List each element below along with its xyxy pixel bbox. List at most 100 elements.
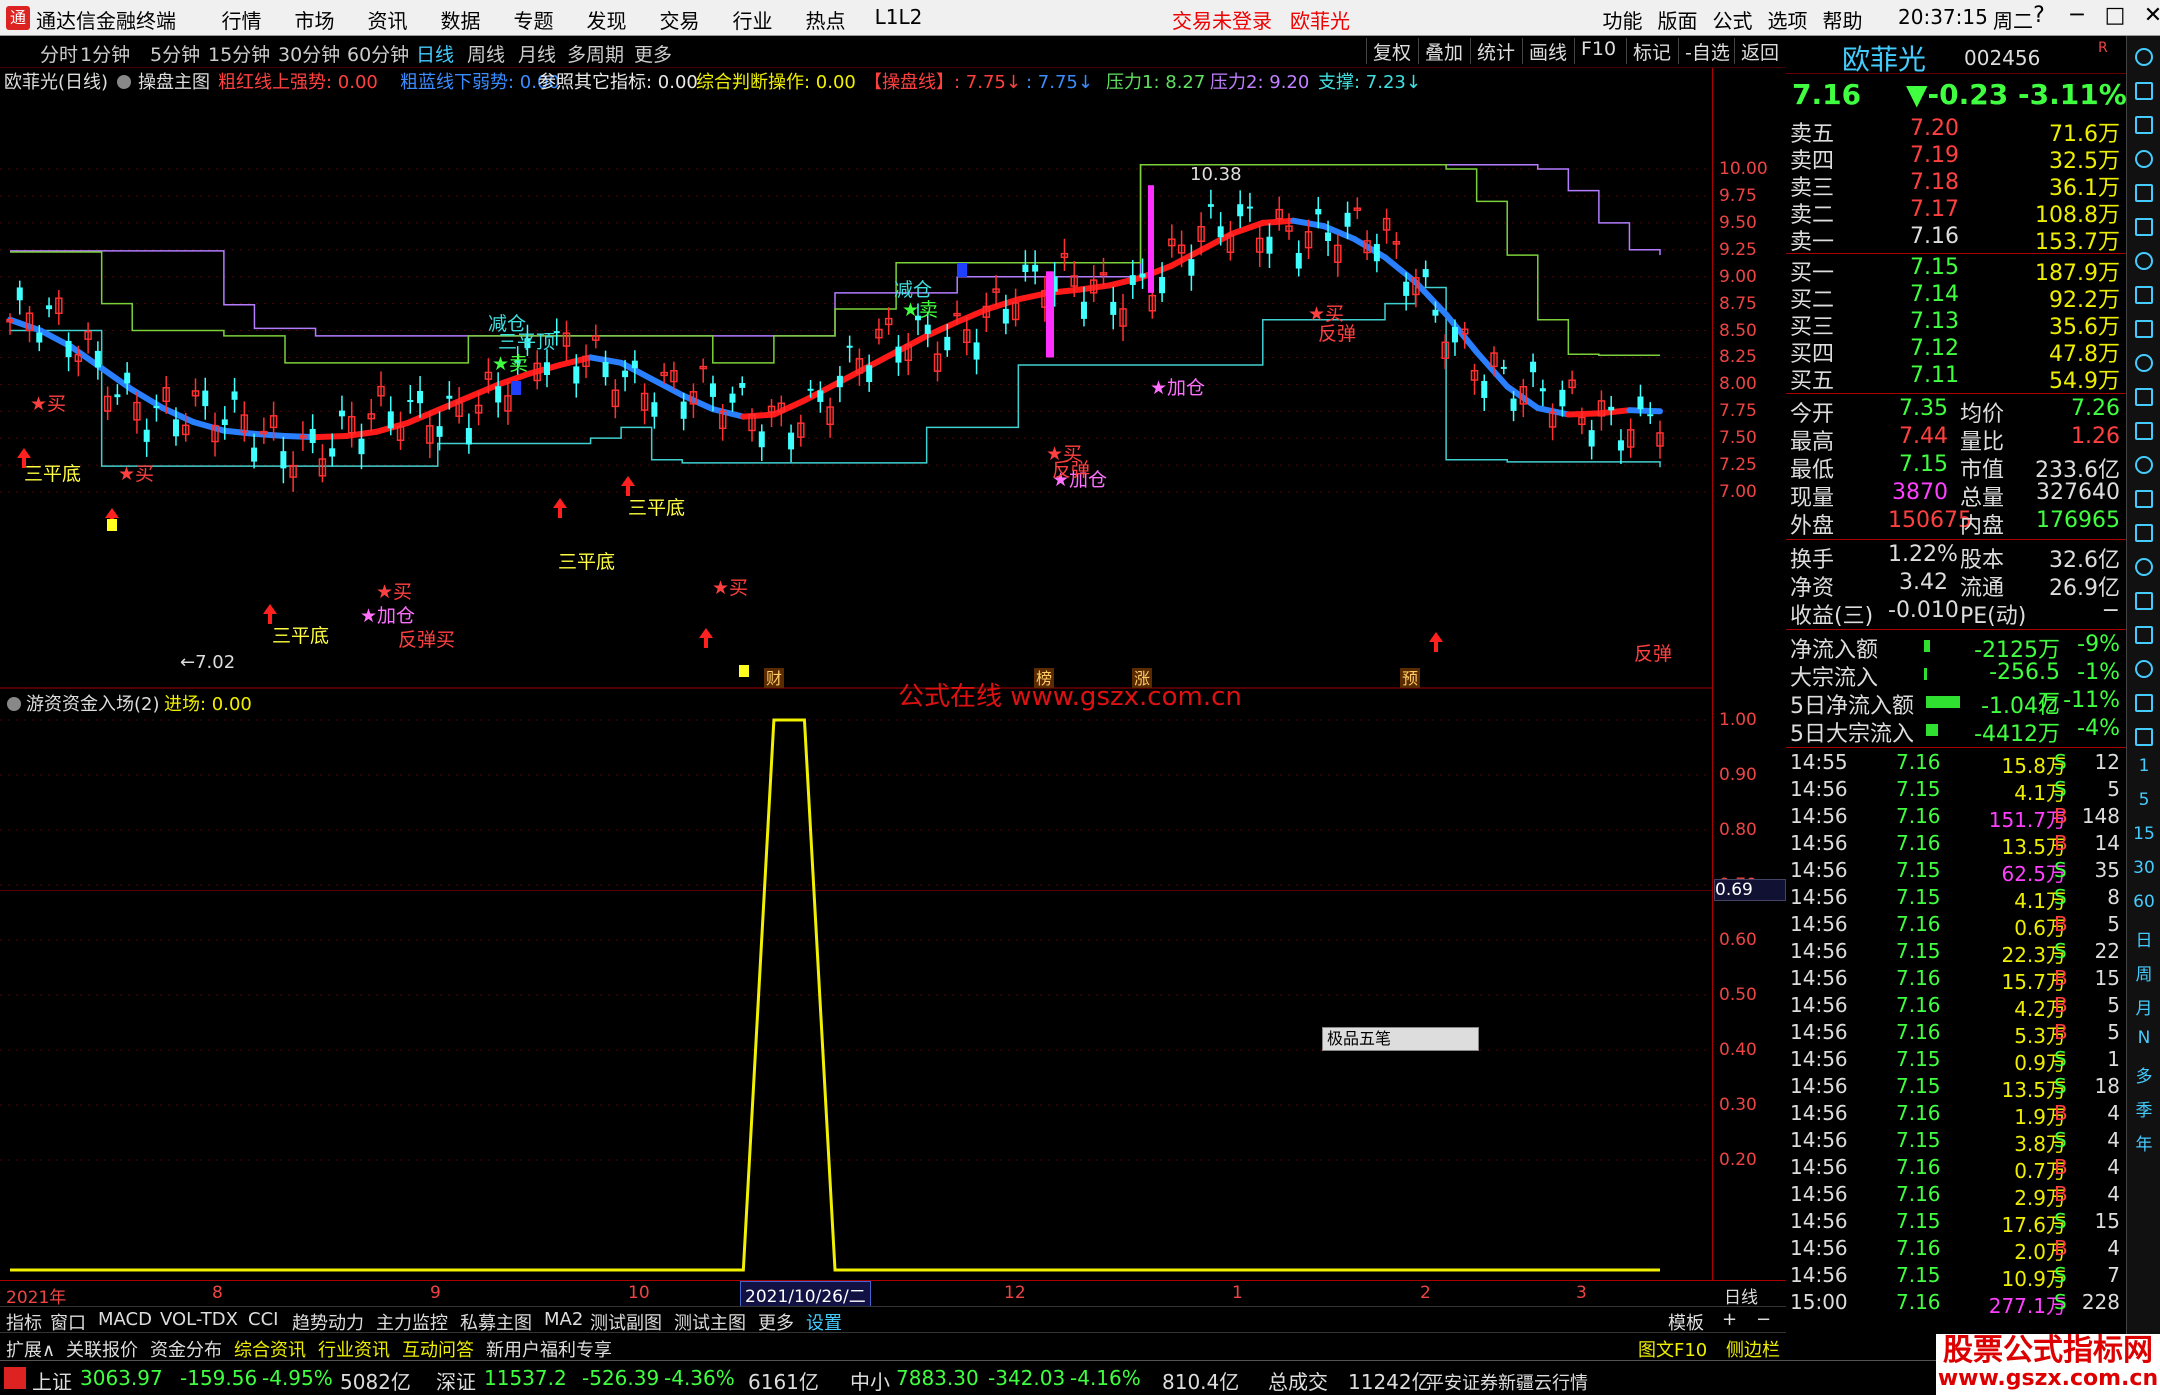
chart-line-icon[interactable] (2127, 214, 2160, 242)
remove-button[interactable]: − (1756, 1309, 1771, 1330)
menu-item[interactable]: 公式 (1705, 5, 1760, 34)
period-tab[interactable]: 15分钟 (208, 40, 270, 67)
index-label[interactable]: 深证 (436, 1366, 476, 1395)
period-tab[interactable]: 更多 (634, 40, 672, 67)
indicator-tab[interactable]: MA2 (544, 1309, 583, 1330)
menu-item[interactable]: 帮助 (1815, 5, 1870, 34)
toolbar-button[interactable]: 返回 (1734, 38, 1785, 64)
period-tab[interactable]: 30分钟 (278, 40, 340, 67)
toolbar-button[interactable]: 画线 (1522, 38, 1573, 64)
side-period-button[interactable]: 年 (2127, 1130, 2160, 1158)
toolbar-button[interactable]: 叠加 (1418, 38, 1469, 64)
notes-icon[interactable] (2127, 384, 2160, 412)
main-annotations: 三平底三平底三平底三平底三平顶减仓减仓★卖★卖★加仓★加仓★加仓反弹买反弹反弹反… (17, 164, 1672, 688)
menu-item[interactable]: 行业 (716, 5, 789, 34)
pen-icon[interactable] (2127, 690, 2160, 718)
rss-icon[interactable] (2127, 588, 2160, 616)
menu-item[interactable]: 数据 (424, 5, 497, 34)
toolbar-button[interactable]: 标记 (1626, 38, 1677, 64)
period-tab[interactable]: 分时 (40, 40, 78, 67)
chart-annotation: 三平底 (558, 551, 615, 573)
stock-name: 欧菲光 (1842, 43, 1927, 76)
tools-icon[interactable] (2127, 724, 2160, 752)
period-tab[interactable]: 多周期 (567, 40, 624, 67)
menu-item[interactable]: 版面 (1650, 5, 1705, 34)
add-button[interactable]: + (1722, 1309, 1737, 1330)
toolbar-button[interactable]: -自选 (1678, 38, 1736, 64)
ask-bid-divider (1786, 253, 2126, 254)
side-period-button[interactable]: 60 (2127, 892, 2160, 920)
toolbar-button[interactable]: 复权 (1366, 38, 1417, 64)
menu-item[interactable]: L1L2 (862, 5, 935, 34)
menu-item[interactable]: 热点 (789, 5, 862, 34)
info-tab[interactable]: 互动问答 (402, 1336, 474, 1362)
info-tab[interactable]: 资金分布 (150, 1336, 222, 1362)
trend-icon[interactable] (2127, 554, 2160, 582)
sub-indicator-chart[interactable]: 游资资金入场(2) 进场: 0.00 (0, 690, 1712, 1280)
main-kline-chart[interactable]: 三平底三平底三平底三平底三平顶减仓减仓★卖★卖★加仓★加仓★加仓反弹买反弹反弹反… (0, 68, 1712, 690)
close-icon[interactable]: ✕ (2134, 3, 2160, 28)
menu-item[interactable]: 交易 (643, 5, 716, 34)
side-period-button[interactable]: N (2127, 1028, 2160, 1056)
chart-icon[interactable] (2127, 146, 2160, 174)
side-period-button[interactable]: 月 (2127, 994, 2160, 1022)
indicator-tab[interactable]: CCI (248, 1309, 278, 1330)
menu-item[interactable]: 专题 (497, 5, 570, 34)
maximize-icon[interactable]: □ (2096, 3, 2134, 28)
period-tab[interactable]: 1分钟 (80, 40, 130, 67)
ask-price: 7.18 (1910, 170, 1959, 195)
menu-item[interactable]: 发现 (570, 5, 643, 34)
candle-body-down (436, 426, 443, 437)
side-period-button[interactable]: 1 (2127, 756, 2160, 784)
login-alert[interactable]: 交易未登录 (1172, 5, 1272, 34)
grid-icon[interactable] (2127, 282, 2160, 310)
f10-icon[interactable] (2127, 316, 2160, 344)
info-tab[interactable]: 关联报价 (66, 1336, 138, 1362)
close-panel-icon[interactable] (2127, 44, 2160, 72)
list-icon[interactable] (2127, 350, 2160, 378)
expand-button[interactable]: 扩展∧ (6, 1336, 55, 1362)
table-icon[interactable] (2127, 180, 2160, 208)
menu-item[interactable]: 选项 (1760, 5, 1815, 34)
menu-item[interactable]: 功能 (1595, 5, 1650, 34)
minimize-icon[interactable]: ─ (2058, 3, 2096, 28)
side-period-button[interactable]: 15 (2127, 824, 2160, 852)
info-tab[interactable]: 综合资讯 (234, 1336, 306, 1362)
zoom-icon[interactable] (2127, 486, 2160, 514)
side-period-button[interactable]: 30 (2127, 858, 2160, 886)
info-tab[interactable]: 新用户福利专享 (486, 1336, 612, 1362)
side-period-button[interactable]: 日 (2127, 926, 2160, 954)
side-period-button[interactable]: 5 (2127, 790, 2160, 818)
compare-icon[interactable] (2127, 418, 2160, 446)
period-tab[interactable]: 5分钟 (150, 40, 200, 67)
toolbar-button[interactable]: 统计 (1470, 38, 1521, 64)
ime-widget[interactable]: 极品五笔 (1322, 1027, 1479, 1051)
period-tab[interactable]: 月线 (518, 40, 556, 67)
calendar-icon[interactable] (2127, 248, 2160, 276)
move-icon[interactable] (2127, 656, 2160, 684)
menu-item[interactable]: 资讯 (351, 5, 424, 34)
period-tab[interactable]: 周线 (467, 40, 505, 67)
index-label[interactable]: 上证 (32, 1366, 72, 1395)
f2-icon[interactable] (2127, 452, 2160, 480)
candle-body-down (1617, 440, 1624, 451)
period-tab[interactable]: 60分钟 (347, 40, 409, 67)
period-tab-selected[interactable]: 日线 (416, 40, 454, 67)
f10-button[interactable]: 图文F10 (1638, 1336, 1707, 1362)
menu-item[interactable]: 市场 (278, 5, 351, 34)
up-double-icon[interactable] (2127, 112, 2160, 140)
ask-price: 7.19 (1910, 143, 1959, 168)
indicator-tab[interactable]: VOL-TDX (160, 1309, 238, 1330)
up-icon[interactable] (2127, 78, 2160, 106)
weibo-icon[interactable] (2127, 622, 2160, 650)
side-period-button[interactable]: 季 (2127, 1096, 2160, 1124)
toolbar-button[interactable]: F10 (1574, 38, 1622, 64)
index-label[interactable]: 中小 (850, 1366, 890, 1395)
menu-item[interactable]: 行情 (205, 5, 278, 34)
help-icon[interactable]: ? (2020, 3, 2058, 28)
indicator-tab[interactable]: MACD (98, 1309, 152, 1330)
side-period-button[interactable]: 周 (2127, 960, 2160, 988)
clock-icon[interactable] (2127, 520, 2160, 548)
info-tab[interactable]: 行业资讯 (318, 1336, 390, 1362)
side-period-button[interactable]: 多 (2127, 1062, 2160, 1090)
